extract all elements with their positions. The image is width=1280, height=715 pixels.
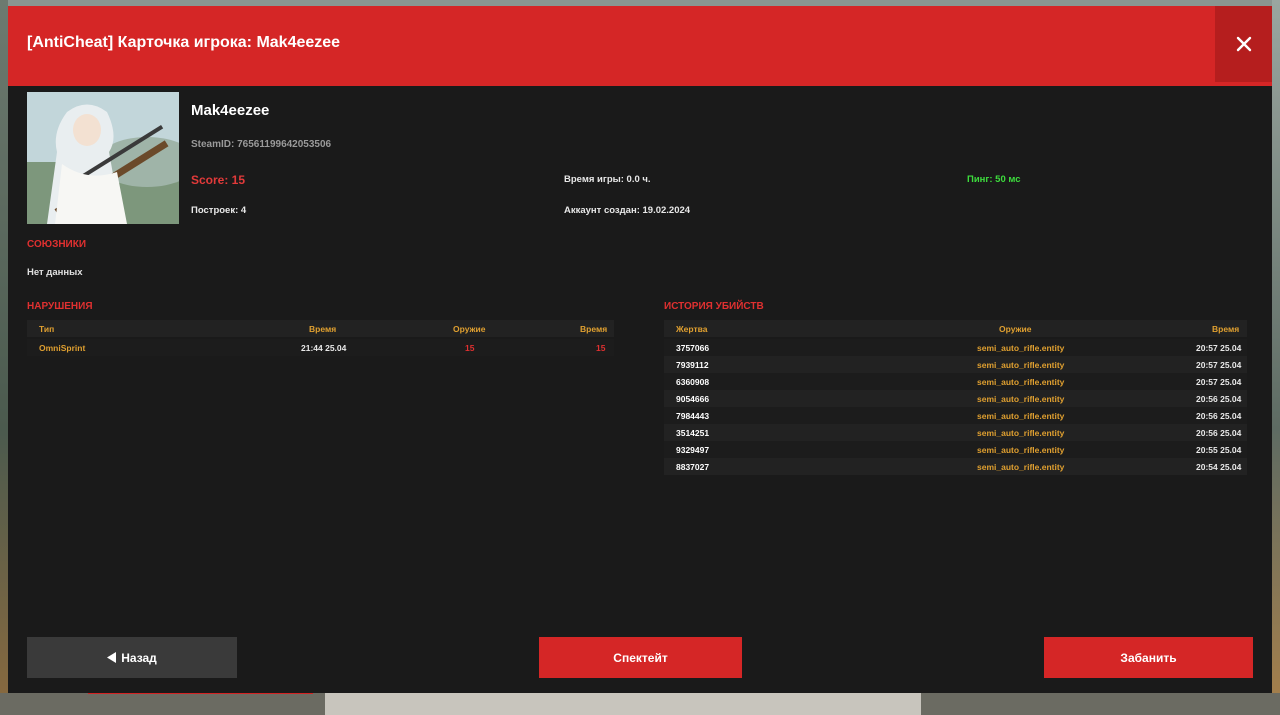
player-card-modal: [AntiCheat] Карточка игрока: Mak4eezee M…	[8, 6, 1272, 693]
table-row: 6360908 semi_auto_rifle.entity 20:57 25.04	[664, 373, 1247, 390]
account-created-text: Аккаунт создан: 19.02.2024	[564, 205, 691, 216]
back-button-label: Назад	[121, 650, 157, 665]
kill-victim: 3514251	[676, 428, 710, 438]
table-row: 9329497 semi_auto_rifle.entity 20:55 25.04	[664, 441, 1247, 458]
table-row: 8837027 semi_auto_rifle.entity 20:54 25.04	[664, 458, 1247, 475]
ping-text: Пинг: 50 мс	[967, 174, 1021, 185]
kill-time: 20:55 25.04	[1196, 445, 1242, 455]
kill-victim: 9054666	[676, 394, 710, 404]
kill-victim: 3757066	[676, 343, 710, 353]
kill-weapon: semi_auto_rifle.entity	[977, 360, 1065, 370]
kill-weapon: semi_auto_rifle.entity	[977, 394, 1065, 404]
violations-title: НАРУШЕНИЯ	[27, 301, 93, 312]
kill-victim: 8837027	[676, 462, 710, 472]
kill-weapon: semi_auto_rifle.entity	[977, 462, 1065, 472]
violation-weapon: 15	[465, 343, 475, 353]
kill-time: 20:54 25.04	[1196, 462, 1242, 472]
background-strip	[325, 693, 921, 715]
violation-type: OmniSprint	[39, 343, 86, 353]
close-icon	[1236, 36, 1251, 52]
kill-weapon: semi_auto_rifle.entity	[977, 411, 1065, 421]
table-row: 7984443 semi_auto_rifle.entity 20:56 25.04	[664, 407, 1247, 424]
kill-victim: 7939112	[676, 360, 709, 370]
violations-header-row: Тип Время Оружие Время	[27, 320, 614, 337]
modal-title: [AntiCheat] Карточка игрока: Mak4eezee	[27, 34, 341, 51]
back-button[interactable]: Назад	[27, 637, 237, 678]
table-row: 7939112 semi_auto_rifle.entity 20:57 25.04	[664, 356, 1247, 373]
kill-time: 20:57 25.04	[1196, 377, 1242, 387]
table-row: 3514251 semi_auto_rifle.entity 20:56 25.04	[664, 424, 1247, 441]
buildings-text: Построек: 4	[191, 205, 247, 216]
score-text: Score: 15	[191, 173, 246, 187]
kill-victim: 6360908	[676, 377, 710, 387]
violation-time: 21:44 25.04	[301, 343, 347, 353]
kills-col-time: Время	[1212, 324, 1240, 334]
kill-time: 20:56 25.04	[1196, 411, 1242, 421]
background-left	[0, 0, 8, 715]
violation-time2: 15	[596, 343, 606, 353]
kill-time: 20:57 25.04	[1196, 360, 1242, 370]
kill-weapon: semi_auto_rifle.entity	[977, 445, 1065, 455]
violations-col-time2: Время	[580, 324, 608, 334]
table-row: OmniSprint 21:44 25.04 15 15	[27, 339, 614, 356]
kill-victim: 7984443	[676, 411, 710, 421]
ban-button-label: Забанить	[1120, 650, 1177, 665]
kills-col-weapon: Оружие	[999, 324, 1032, 334]
background-right	[1272, 0, 1280, 715]
playtime-text: Время игры: 0.0 ч.	[564, 174, 651, 185]
violations-col-time: Время	[309, 324, 337, 334]
kills-header-row: Жертва Оружие Время	[664, 320, 1247, 337]
allies-title: СОЮЗНИКИ	[27, 239, 87, 250]
ban-button[interactable]: Забанить	[1044, 637, 1253, 678]
back-arrow-icon	[107, 652, 117, 663]
player-avatar	[27, 92, 179, 224]
kill-time: 20:56 25.04	[1196, 428, 1242, 438]
table-row: 9054666 semi_auto_rifle.entity 20:56 25.04	[664, 390, 1247, 407]
spectate-button[interactable]: Спектейт	[539, 637, 742, 678]
kill-weapon: semi_auto_rifle.entity	[977, 428, 1065, 438]
close-button[interactable]	[1215, 6, 1272, 82]
violations-col-weapon: Оружие	[453, 324, 486, 334]
kill-weapon: semi_auto_rifle.entity	[977, 377, 1065, 387]
modal-header: [AntiCheat] Карточка игрока: Mak4eezee	[8, 6, 1272, 86]
kill-weapon: semi_auto_rifle.entity	[977, 343, 1065, 353]
kill-victim: 9329497	[676, 445, 710, 455]
kills-col-victim: Жертва	[676, 324, 708, 334]
kill-time: 20:56 25.04	[1196, 394, 1242, 404]
violations-col-type: Тип	[39, 324, 55, 334]
player-name: Mak4eezee	[191, 102, 270, 119]
table-row: 3757066 semi_auto_rifle.entity 20:57 25.04	[664, 339, 1247, 356]
kill-time: 20:57 25.04	[1196, 343, 1242, 353]
kills-title: ИСТОРИЯ УБИЙСТВ	[664, 301, 764, 312]
steamid-text: SteamID: 76561199642053506	[191, 139, 332, 150]
allies-empty-text: Нет данных	[27, 267, 83, 278]
spectate-button-label: Спектейт	[613, 650, 668, 665]
